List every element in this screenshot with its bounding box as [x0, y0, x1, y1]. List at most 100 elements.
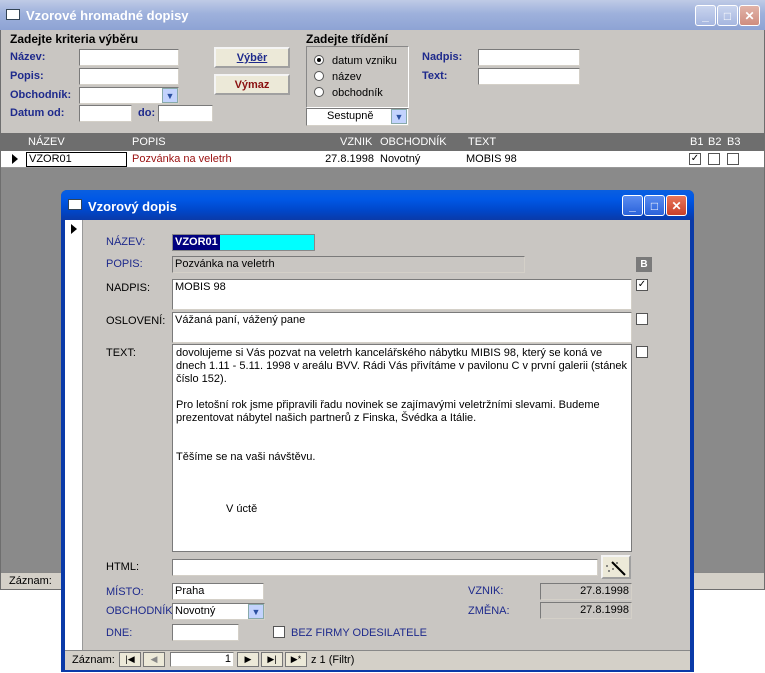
close-button[interactable]: ✕: [739, 5, 760, 26]
text-paragraph-2: Pro letošní rok jsme připravili řadu nov…: [176, 399, 600, 424]
col-obchodnik: OBCHODNÍK: [380, 136, 447, 148]
dlg-obchodnik-label: OBCHODNÍK: [106, 605, 173, 617]
nav-total: z 1 (Filtr): [311, 654, 355, 666]
text-paragraph-1: dovolujeme si Vás pozvat na veletrh kanc…: [176, 347, 628, 385]
sort-option-2: obchodník: [332, 87, 383, 99]
nadpis-checkbox[interactable]: ✓: [636, 279, 648, 291]
dialog-close-button[interactable]: ✕: [666, 195, 687, 216]
cell-b2-checkbox[interactable]: [708, 153, 720, 165]
criteria-heading: Zadejte kriteria výběru: [10, 32, 139, 46]
dialog-title: Vzorový dopis: [88, 199, 177, 214]
dlg-osloveni-label: OSLOVENÍ:: [106, 315, 166, 327]
dialog-record-selector[interactable]: [65, 220, 83, 650]
dropdown-arrow-icon[interactable]: ▼: [248, 604, 264, 619]
dlg-misto-label: MÍSTO:: [106, 586, 144, 598]
vyber-button[interactable]: Výběr: [214, 47, 290, 68]
nav-next-button[interactable]: ▶: [237, 652, 259, 667]
dlg-osloveni-field[interactable]: Vážaná paní, vážený pane: [172, 312, 632, 343]
nadpis-input[interactable]: [478, 49, 580, 66]
last-record-icon: ▶|: [267, 654, 277, 664]
vymaz-button[interactable]: Výmaz: [214, 74, 290, 95]
b-badge: B: [636, 257, 652, 272]
nav-last-button[interactable]: ▶|: [261, 652, 283, 667]
popis-input[interactable]: [79, 68, 179, 85]
cell-text[interactable]: MOBIS 98: [466, 153, 517, 165]
nav-record-field[interactable]: 1: [170, 652, 234, 667]
dlg-popis-field[interactable]: Pozvánka na veletrh: [172, 256, 525, 273]
col-b3: B3: [727, 136, 741, 148]
main-title: Vzorové hromadné dopisy: [26, 8, 189, 23]
osloveni-checkbox[interactable]: [636, 313, 648, 325]
col-b2: B2: [708, 136, 722, 148]
dlg-html-field[interactable]: [172, 559, 598, 576]
bez-firmy-checkbox[interactable]: [273, 626, 285, 638]
html-wizard-button[interactable]: [601, 555, 631, 579]
do-label: do:: [138, 107, 156, 119]
form-icon: [6, 9, 20, 20]
popis-label: Popis:: [10, 70, 44, 82]
close-icon: ✕: [744, 8, 755, 23]
maximize-button[interactable]: □: [717, 5, 738, 26]
dropdown-arrow-icon[interactable]: ▼: [162, 88, 178, 103]
cell-popis[interactable]: Pozvánka na veletrh: [132, 153, 232, 165]
dlg-vznik-label: VZNIK:: [468, 585, 504, 597]
dropdown-arrow-icon[interactable]: ▼: [391, 109, 407, 124]
nadpis-label: Nadpis:: [422, 51, 463, 63]
dlg-dne-field[interactable]: [172, 624, 239, 641]
datum-do-input[interactable]: [158, 105, 213, 122]
text-label: Text:: [422, 70, 448, 82]
dlg-zmena-label: ZMĚNA:: [468, 605, 510, 617]
dlg-misto-field[interactable]: Praha: [172, 583, 264, 600]
obchodnik-label: Obchodník:: [10, 89, 72, 101]
next-record-icon: ▶: [244, 654, 252, 664]
col-text: TEXT: [468, 136, 497, 148]
datum-od-label: Datum od:: [10, 107, 65, 119]
nav-first-button[interactable]: |◀: [119, 652, 141, 667]
dlg-zmena-field: 27.8.1998: [540, 602, 632, 619]
cell-obchodnik[interactable]: Novotný: [380, 153, 420, 165]
record-selector-icon: [71, 224, 77, 234]
record-selector-icon: [12, 154, 18, 164]
cell-b1-checkbox[interactable]: ✓: [689, 153, 701, 165]
dialog-maximize-button[interactable]: □: [644, 195, 665, 216]
nav-new-button[interactable]: ▶*: [285, 652, 307, 667]
wand-icon: [606, 561, 626, 576]
text-paragraph-3: Těšíme se na vaši návštěvu.: [176, 451, 316, 463]
minimize-icon: _: [702, 8, 709, 23]
col-b1: B1: [690, 136, 704, 148]
radio-obchodnik[interactable]: [314, 87, 324, 97]
nazev-label: Název:: [10, 51, 46, 63]
maximize-icon: □: [723, 8, 732, 23]
nav-label: Záznam:: [72, 654, 115, 666]
col-vznik: VZNIK: [340, 136, 373, 148]
text-input[interactable]: [478, 68, 580, 85]
dlg-nazev-value: VZOR01: [173, 235, 220, 250]
prev-record-icon: ◀: [150, 654, 158, 664]
nav-prev-button[interactable]: ◀: [143, 652, 165, 667]
cell-vznik[interactable]: 27.8.1998: [322, 153, 374, 165]
bez-firmy-label: BEZ FIRMY ODESILATELE: [291, 627, 427, 639]
text-paragraph-4: V úctě: [226, 503, 258, 515]
dlg-nazev-label: NÁZEV:: [106, 236, 146, 248]
col-popis: POPIS: [132, 136, 166, 148]
dlg-dne-label: DNE:: [106, 627, 133, 639]
dlg-text-field[interactable]: dovolujeme si Vás pozvat na veletrh kanc…: [172, 344, 632, 552]
dialog-minimize-button[interactable]: _: [622, 195, 643, 216]
radio-nazev[interactable]: [314, 71, 324, 81]
dlg-nadpis-field[interactable]: MOBIS 98: [172, 279, 632, 310]
cell-nazev[interactable]: VZOR01: [26, 152, 127, 167]
cell-b3-checkbox[interactable]: [727, 153, 739, 165]
datum-od-input[interactable]: [79, 105, 132, 122]
sorting-heading: Zadejte třídění: [306, 32, 389, 46]
minimize-icon: _: [629, 198, 636, 213]
radio-datum-vzniku[interactable]: [314, 55, 324, 65]
sort-option-0: datum vzniku: [332, 55, 397, 67]
new-record-icon: ▶*: [290, 654, 302, 664]
radio-dot: [317, 58, 321, 62]
minimize-button[interactable]: _: [695, 5, 716, 26]
text-checkbox[interactable]: [636, 346, 648, 358]
form-icon: [68, 199, 82, 210]
nazev-input[interactable]: [79, 49, 179, 66]
